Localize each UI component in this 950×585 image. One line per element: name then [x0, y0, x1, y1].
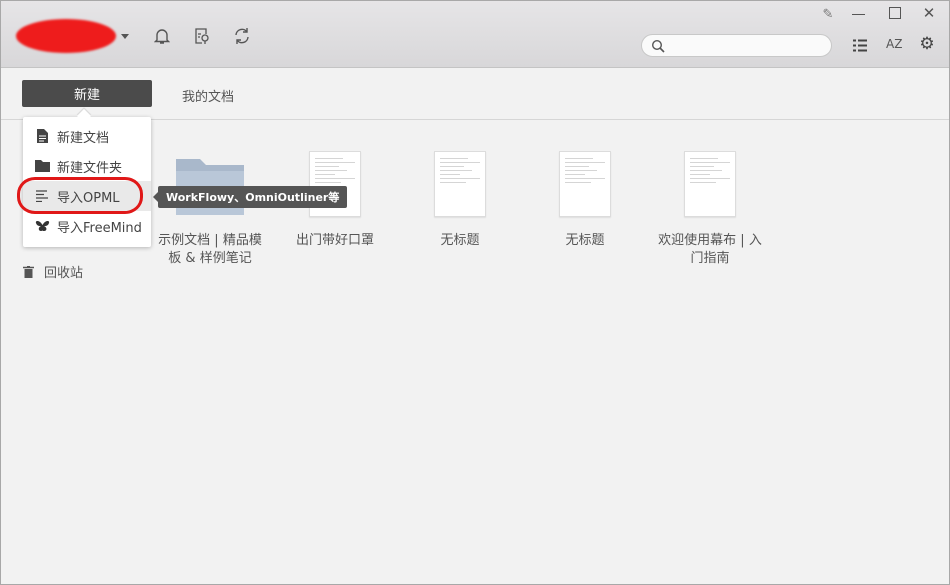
list-view-icon[interactable] — [853, 39, 867, 56]
tab-bar: 新建 我的文档 — [1, 68, 949, 120]
document-icon — [35, 129, 50, 143]
file-name: 无标题 — [440, 233, 480, 248]
menu-item-label: 新建文件夹 — [57, 160, 123, 176]
menu-item-import-freemind[interactable]: 导入FreeMind — [23, 211, 151, 241]
account-dropdown-icon[interactable] — [121, 34, 129, 39]
butterfly-icon — [35, 220, 50, 232]
header: ✎ ✕ AZ ⚙ — [1, 1, 949, 68]
sync-icon[interactable] — [232, 26, 252, 46]
trash-label: 回收站 — [44, 266, 84, 281]
app-window: ✎ ✕ AZ ⚙ 新建 我的文档 回收站 示例文档 | 精品模板 & 样例笔记 … — [0, 0, 950, 585]
file-item-doc[interactable]: 无标题 — [405, 151, 515, 250]
search-box[interactable] — [641, 34, 832, 57]
doc-thumbnail — [559, 151, 611, 217]
doc-thumbnail — [684, 151, 736, 217]
tab-my-docs[interactable]: 我的文档 — [182, 86, 234, 105]
new-button[interactable]: 新建 — [22, 80, 152, 107]
bell-icon[interactable] — [152, 26, 172, 46]
doc-thumbnail — [434, 151, 486, 217]
file-item-doc[interactable]: 欢迎使用幕布 | 入门指南 — [655, 151, 765, 268]
tooltip: WorkFlowy、OmniOutliner等 — [152, 186, 348, 208]
trash-icon — [23, 265, 34, 278]
close-icon[interactable]: ✕ — [921, 4, 937, 22]
user-avatar-redacted[interactable] — [16, 19, 116, 53]
file-name: 示例文档 | 精品模板 & 样例笔记 — [158, 233, 262, 266]
sort-az-icon[interactable]: AZ — [886, 37, 902, 51]
annotation-highlight-ring — [17, 177, 143, 214]
folder-icon — [35, 160, 50, 172]
file-name: 欢迎使用幕布 | 入门指南 — [658, 233, 762, 266]
gear-icon[interactable]: ⚙ — [918, 34, 936, 54]
menu-item-new-doc[interactable]: 新建文档 — [23, 121, 151, 151]
doc-review-icon[interactable] — [192, 26, 212, 46]
file-name: 出门带好口罩 — [295, 233, 374, 248]
maximize-icon[interactable] — [889, 7, 901, 19]
minimize-icon[interactable] — [852, 14, 865, 15]
menu-item-label: 新建文档 — [57, 130, 110, 146]
search-icon — [651, 39, 665, 53]
menu-item-label: 导入FreeMind — [57, 220, 142, 236]
search-input[interactable] — [668, 38, 823, 53]
file-item-doc[interactable]: 无标题 — [530, 151, 640, 250]
pin-icon[interactable]: ✎ — [820, 6, 836, 22]
file-item-folder[interactable]: 示例文档 | 精品模板 & 样例笔记 — [155, 151, 265, 268]
trash-link[interactable]: 回收站 — [23, 262, 83, 281]
file-name: 无标题 — [565, 233, 605, 248]
